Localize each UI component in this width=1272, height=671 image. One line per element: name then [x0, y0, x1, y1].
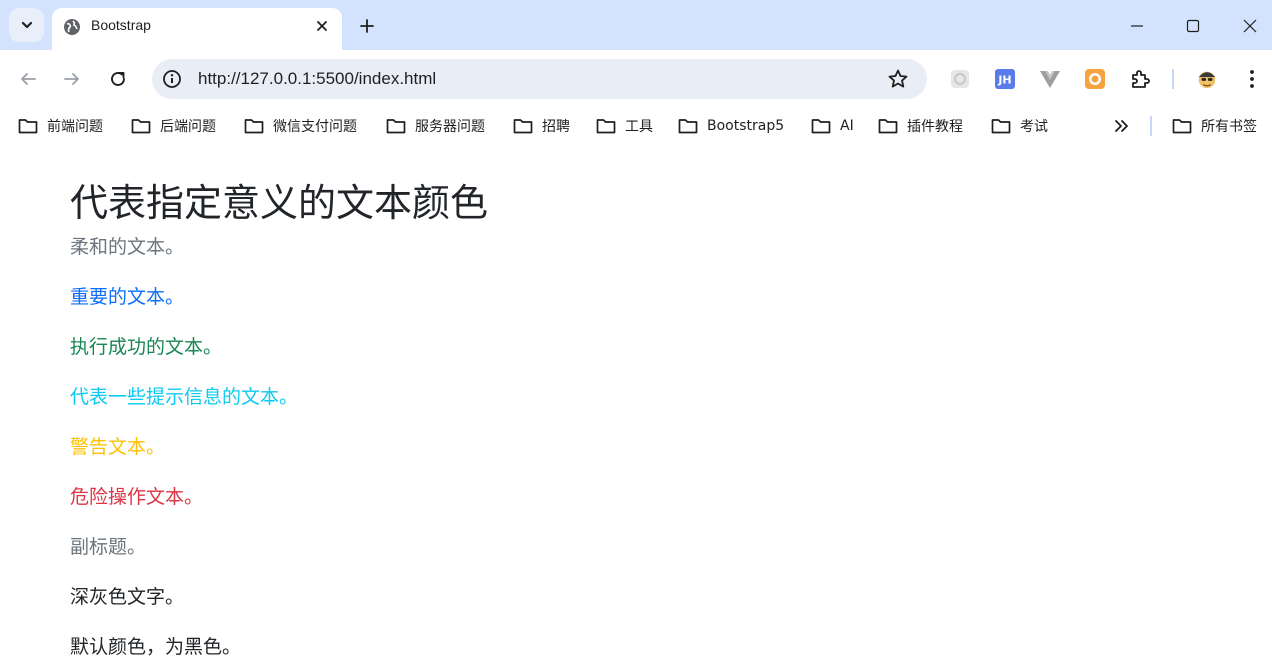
- site-info-icon[interactable]: [162, 69, 182, 89]
- folder-icon: [811, 119, 831, 134]
- folder-icon: [678, 119, 698, 134]
- close-icon: [317, 21, 327, 31]
- bookmark-folder[interactable]: 工具: [596, 116, 653, 136]
- text-success: 执行成功的文本。: [70, 336, 223, 358]
- bookmark-label: 工具: [625, 119, 653, 135]
- arrow-right-icon: [64, 73, 79, 85]
- extensions-puzzle-icon[interactable]: [1129, 68, 1151, 90]
- extension-vue-icon[interactable]: [1039, 68, 1061, 90]
- bookmark-folder[interactable]: AI: [811, 116, 854, 136]
- bookmark-folder[interactable]: Bootstrap5: [678, 116, 784, 136]
- text-warning: 警告文本。: [70, 436, 166, 458]
- bookmark-label: Bootstrap5: [707, 118, 785, 134]
- text-info: 代表一些提示信息的文本。: [70, 386, 299, 408]
- text-primary: 重要的文本。: [70, 286, 185, 308]
- bookmarks-separator: [1150, 116, 1152, 136]
- text-danger: 危险操作文本。: [70, 486, 204, 508]
- menu-button[interactable]: [1241, 68, 1263, 90]
- folder-icon: [131, 119, 151, 134]
- extension-orange-icon[interactable]: [1084, 68, 1106, 90]
- back-button[interactable]: [13, 64, 43, 94]
- page-heading: 代表指定意义的文本颜色: [70, 181, 489, 225]
- maximize-icon: [1186, 19, 1200, 33]
- close-icon: [1243, 19, 1257, 33]
- folder-icon: [1172, 119, 1192, 134]
- bookmark-label: 微信支付问题: [273, 119, 357, 135]
- bookmark-label: 招聘: [542, 119, 570, 135]
- bookmark-label: 前端问题: [47, 119, 103, 135]
- tab-strip: Bootstrap: [0, 0, 1272, 50]
- folder-icon: [244, 119, 264, 134]
- tab-title: Bootstrap: [91, 17, 151, 33]
- browser-toolbar: http://127.0.0.1:5500/index.html JH: [0, 50, 1272, 108]
- all-bookmarks-folder[interactable]: 所有书签: [1172, 116, 1257, 136]
- address-bar[interactable]: http://127.0.0.1:5500/index.html: [152, 59, 927, 99]
- folder-icon: [18, 119, 38, 134]
- text-muted: 柔和的文本。: [70, 236, 185, 258]
- maximize-button[interactable]: [1179, 12, 1207, 40]
- bookmark-label: 服务器问题: [415, 119, 485, 135]
- bookmark-star-icon[interactable]: [887, 68, 909, 90]
- bookmark-label: 考试: [1020, 119, 1048, 135]
- bookmark-label: AI: [840, 118, 854, 134]
- chevron-down-icon: [21, 21, 32, 29]
- url-text[interactable]: http://127.0.0.1:5500/index.html: [198, 69, 436, 89]
- profile-avatar[interactable]: [1196, 68, 1218, 90]
- reload-button[interactable]: [103, 64, 133, 94]
- folder-icon: [878, 119, 898, 134]
- minimize-button[interactable]: [1123, 12, 1151, 40]
- arrow-left-icon: [21, 73, 36, 85]
- bookmark-folder[interactable]: 前端问题: [18, 116, 103, 136]
- page-content: 代表指定意义的文本颜色 柔和的文本。 重要的文本。 执行成功的文本。 代表一些提…: [0, 144, 1272, 671]
- text-secondary: 副标题。: [70, 536, 147, 558]
- bookmark-folder[interactable]: 服务器问题: [386, 116, 485, 136]
- folder-icon: [513, 119, 533, 134]
- bookmarks-bar: 前端问题 后端问题 微信支付问题 服务器问题 招聘 工具 Bootstrap5 …: [0, 108, 1272, 144]
- more-vert-icon: [1250, 70, 1254, 88]
- text-dark: 深灰色文字。: [70, 586, 185, 608]
- folder-icon: [596, 119, 616, 134]
- bookmark-label: 后端问题: [160, 119, 216, 135]
- globe-icon: [64, 19, 80, 35]
- active-tab[interactable]: Bootstrap: [52, 8, 342, 50]
- bookmark-folder[interactable]: 微信支付问题: [244, 116, 357, 136]
- chevron-double-right-icon[interactable]: [1112, 116, 1132, 136]
- tab-close-button[interactable]: [312, 16, 332, 36]
- bookmark-folder[interactable]: 后端问题: [131, 116, 216, 136]
- extension-grey-icon[interactable]: [949, 68, 971, 90]
- extension-jh-icon[interactable]: JH: [994, 68, 1016, 90]
- tab-search-button[interactable]: [9, 8, 44, 42]
- bookmark-folder[interactable]: 招聘: [513, 116, 570, 136]
- bookmark-folder[interactable]: 考试: [991, 116, 1048, 136]
- bookmark-label: 插件教程: [907, 119, 963, 135]
- toolbar-separator: [1172, 69, 1174, 89]
- bookmark-label: 所有书签: [1201, 119, 1257, 135]
- plus-icon: [360, 19, 374, 33]
- bookmark-folder[interactable]: 插件教程: [878, 116, 963, 136]
- reload-icon: [111, 72, 125, 86]
- folder-icon: [386, 119, 406, 134]
- new-tab-button[interactable]: [354, 13, 380, 39]
- folder-icon: [991, 119, 1011, 134]
- close-window-button[interactable]: [1236, 12, 1264, 40]
- text-body: 默认颜色，为黑色。: [70, 636, 242, 658]
- minimize-icon: [1131, 25, 1143, 27]
- forward-button[interactable]: [57, 64, 87, 94]
- svg-text:JH: JH: [997, 74, 1011, 87]
